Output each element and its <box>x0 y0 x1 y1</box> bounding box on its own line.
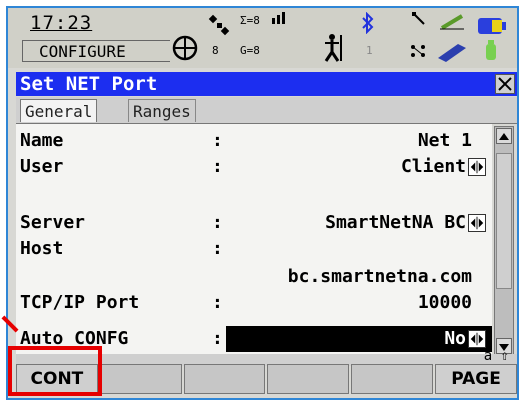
triangle-up-icon <box>499 133 509 140</box>
field-value: bc.smartnetna.com <box>287 266 472 287</box>
tab-general[interactable]: General <box>20 99 98 122</box>
window-title: Set NET Port <box>16 72 517 96</box>
colon: : <box>212 292 223 313</box>
annotation-highlight-box <box>8 346 102 396</box>
satellite-icon <box>208 14 230 36</box>
antenna-icon <box>324 34 342 62</box>
field-label: Host <box>20 238 64 259</box>
colon: : <box>212 212 223 233</box>
field-name[interactable]: Name : Net 1 <box>16 128 492 154</box>
f2-button[interactable] <box>99 364 182 394</box>
sat-count-8: 8 <box>212 44 219 57</box>
pen-icon <box>440 14 464 30</box>
signal-icon <box>272 12 285 24</box>
field-host-value[interactable]: bc.smartnetna.com <box>16 264 492 290</box>
sat-sum: Σ=8 <box>240 14 260 27</box>
window-title-text: Set NET Port <box>20 73 158 95</box>
colon: : <box>212 156 223 177</box>
network-icon <box>411 45 425 57</box>
choice-arrows-icon[interactable] <box>468 330 486 348</box>
close-button[interactable] <box>495 74 515 94</box>
choice-arrows-icon[interactable] <box>468 214 486 232</box>
field-value: Net 1 <box>417 130 472 151</box>
crosshair-icon <box>172 35 198 61</box>
battery-icon <box>478 18 506 60</box>
f4-button[interactable] <box>267 364 350 394</box>
close-icon <box>498 77 512 91</box>
field-value: 10000 <box>417 292 472 313</box>
field-label: User <box>20 156 64 177</box>
choice-arrows-icon[interactable] <box>468 158 486 176</box>
sd-card-icon <box>438 44 466 62</box>
sat-g: G=8 <box>240 44 260 57</box>
scroll-up-button[interactable] <box>496 128 512 144</box>
field-label: Server <box>20 212 86 233</box>
colon: : <box>212 238 223 259</box>
tab-ranges[interactable]: Ranges <box>128 99 196 122</box>
radio-number: 1 <box>366 44 373 57</box>
form-panel: Name : Net 1 User : Client Server : Smar… <box>16 124 492 354</box>
field-value: Client <box>400 156 466 177</box>
f3-button[interactable] <box>183 364 266 394</box>
field-tcpip-port[interactable]: TCP/IP Port : 10000 <box>16 290 492 316</box>
link-icon <box>412 12 425 25</box>
field-value: No <box>444 328 466 349</box>
field-user[interactable]: User : Client <box>16 154 492 180</box>
field-label: TCP/IP Port <box>20 292 140 313</box>
field-label: Name <box>20 130 64 151</box>
f6-page-button[interactable]: PAGE <box>435 364 517 394</box>
device-screen: 17:23 CONFIGURE 8 Σ=8 G=8 1 Set NET Port… <box>8 8 517 398</box>
tab-bar: General Ranges <box>16 97 517 124</box>
input-mode-indicator: a ⇧ <box>483 348 509 364</box>
colon: : <box>212 328 223 349</box>
time-display: 17:23 <box>30 12 93 34</box>
bluetooth-icon <box>362 12 374 34</box>
scroll-thumb[interactable] <box>496 153 512 289</box>
scrollbar[interactable] <box>494 126 514 356</box>
mode-label: CONFIGURE <box>22 40 170 62</box>
f5-button[interactable] <box>351 364 434 394</box>
field-host[interactable]: Host : <box>16 236 492 262</box>
field-value: SmartNetNA BC <box>325 212 466 233</box>
field-server[interactable]: Server : SmartNetNA BC <box>16 210 492 236</box>
status-bar: 17:23 CONFIGURE 8 Σ=8 G=8 1 <box>8 8 517 68</box>
colon: : <box>212 130 223 151</box>
